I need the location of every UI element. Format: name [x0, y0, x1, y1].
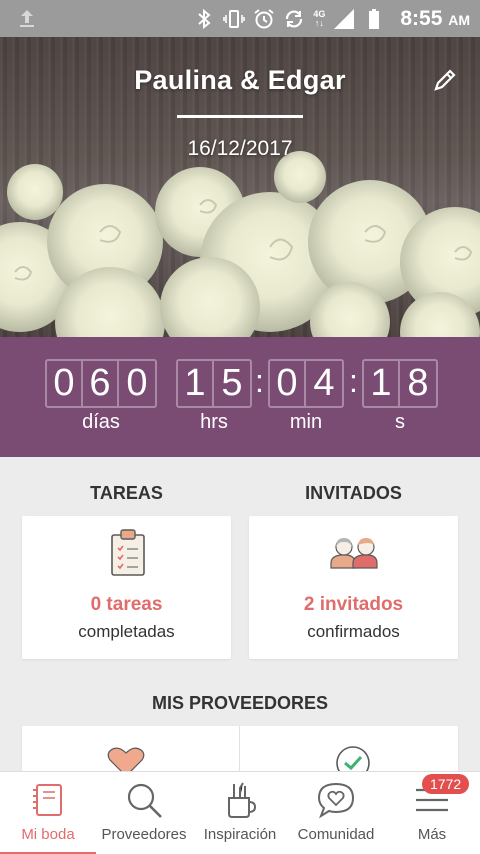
invitados-title: INVITADOS [305, 483, 402, 503]
proveedores-title: MIS PROVEEDORES [151, 693, 329, 713]
nav-label: Mi boda [21, 826, 75, 843]
days-digits: 0 6 0 [45, 359, 157, 408]
days-digit: 6 [83, 361, 119, 406]
days-label: días [82, 411, 120, 433]
sync-icon [286, 10, 303, 27]
hours-digit: 1 [178, 361, 214, 406]
nav-label: Inspiración [203, 826, 277, 843]
invitados-card[interactable]: 2 invitados confirmados [249, 516, 458, 659]
seconds-digit: 1 [364, 361, 400, 406]
notebook-icon [33, 784, 62, 816]
seconds-label: s [395, 411, 405, 433]
hours-digits: 1 5 [176, 359, 252, 408]
tareas-title: TAREAS [90, 483, 163, 503]
clock-time: 8:55 [400, 6, 443, 30]
vibrate-icon [223, 9, 246, 28]
countdown-panel: 0 6 0 días 1 5 hrs : 0 4 min : 1 8 s [0, 337, 480, 457]
battery-icon [369, 8, 380, 29]
seconds-digits: 1 8 [362, 359, 438, 408]
upload-icon [20, 10, 34, 27]
invitados-status: confirmados [307, 622, 400, 641]
tareas-status: completadas [78, 622, 175, 641]
notification-badge: 1772 [422, 774, 470, 794]
clock: 8:55 AM [400, 7, 470, 31]
nav-label: Comunidad [297, 826, 375, 843]
nav-proveedores[interactable]: Proveedores [96, 772, 192, 854]
minutes-label: min [289, 411, 323, 433]
days-digit: 0 [126, 362, 148, 404]
hero-header: Paulina & Edgar 16/12/2017 [0, 37, 480, 337]
days-digit: 0 [47, 361, 83, 406]
pencil-cup-icon [228, 782, 257, 818]
signal-icon [334, 8, 355, 29]
status-bar: 4G ↑↓ 8:55 AM [0, 0, 480, 37]
seconds-digit: 8 [407, 362, 429, 404]
minutes-digit: 4 [313, 362, 335, 404]
network-type: 4G [313, 8, 326, 19]
bluetooth-icon [198, 8, 211, 29]
couple-names: Paulina & Edgar [134, 65, 346, 95]
clipboard-icon [111, 529, 145, 576]
title-divider [177, 115, 303, 118]
hours-digit: 5 [221, 362, 243, 404]
nav-label: Proveedores [101, 826, 187, 843]
wedding-date: 16/12/2017 [187, 137, 293, 160]
bottom-navigation: Mi boda Proveedores Inspiración Comunida… [0, 771, 480, 854]
minutes-digit: 0 [270, 361, 306, 406]
minutes-digits: 0 4 [268, 359, 344, 408]
search-icon [127, 783, 162, 818]
time-separator: : [255, 363, 264, 399]
nav-inspiracion[interactable]: Inspiración [192, 772, 288, 854]
chat-heart-icon [317, 782, 355, 819]
nav-mi-boda[interactable]: Mi boda [0, 772, 96, 854]
network-indicator: 4G ↑↓ [313, 8, 326, 28]
clock-ampm: AM [448, 11, 470, 28]
alarm-icon [254, 8, 274, 28]
time-separator: : [349, 363, 358, 399]
nav-label: Más [417, 826, 447, 843]
pencil-icon[interactable] [430, 65, 460, 95]
couple-icon [330, 538, 378, 569]
tareas-card[interactable]: 0 tareas completadas [22, 516, 231, 659]
nav-comunidad[interactable]: Comunidad [288, 772, 384, 854]
tareas-count: 0 tareas [90, 594, 163, 615]
hours-label: hrs [200, 411, 228, 433]
invitados-count: 2 invitados [303, 594, 404, 615]
